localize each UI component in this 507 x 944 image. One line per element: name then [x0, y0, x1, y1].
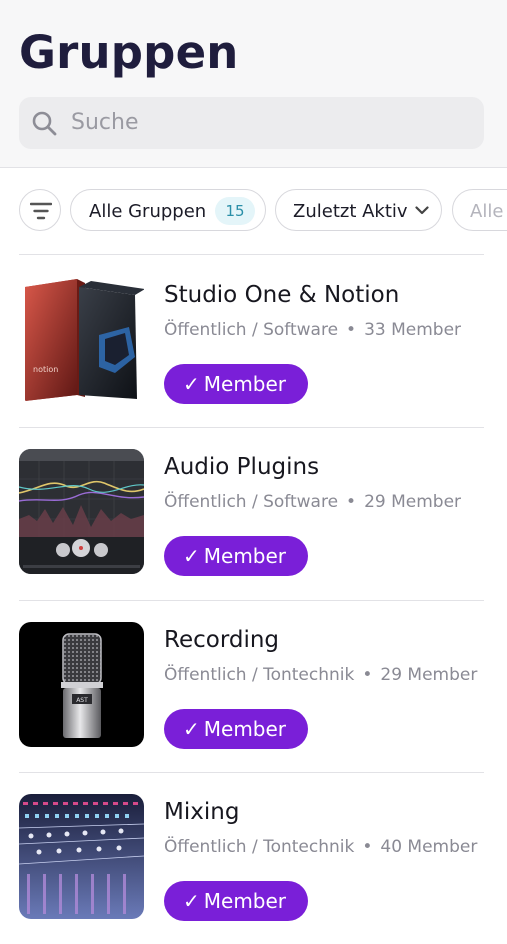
member-count: 29 Member — [364, 492, 462, 512]
page-title: Gruppen — [19, 26, 239, 79]
member-button-label: Member — [203, 544, 287, 568]
member-button[interactable]: ✓ Member — [164, 536, 308, 576]
separator-dot: • — [346, 320, 357, 340]
member-count: 40 Member — [380, 837, 478, 857]
chip-all-groups[interactable]: Alle Gruppen 15 — [70, 189, 266, 231]
group-name[interactable]: Recording — [164, 627, 279, 653]
search-placeholder: Suche — [71, 110, 139, 135]
group-meta: Öffentlich / Tontechnik • 40 Member — [164, 837, 477, 857]
separator-dot: • — [362, 837, 373, 857]
mixing-console-image — [19, 794, 144, 919]
search-icon — [32, 111, 57, 136]
member-button-label: Member — [203, 889, 287, 913]
check-icon: ✓ — [183, 544, 200, 568]
filter-icon — [30, 202, 52, 220]
search-input[interactable]: Suche — [19, 97, 484, 149]
chip-more[interactable]: Alle — [452, 189, 507, 231]
group-name[interactable]: Studio One & Notion — [164, 282, 399, 308]
member-button-label: Member — [203, 717, 287, 741]
microphone-image: AST — [19, 622, 144, 747]
group-category: Öffentlich / Software — [164, 492, 339, 512]
check-icon: ✓ — [183, 889, 200, 913]
filter-button[interactable] — [19, 189, 61, 231]
group-count-badge: 15 — [215, 197, 255, 225]
member-button[interactable]: ✓ Member — [164, 364, 308, 404]
software-box-image: notion — [19, 277, 144, 402]
check-icon: ✓ — [183, 372, 200, 396]
group-category: Öffentlich / Tontechnik — [164, 665, 355, 685]
sort-label: Zuletzt Aktiv — [293, 201, 408, 222]
list-item[interactable]: notion Studio One & Notion Öffentlich / … — [0, 255, 507, 427]
group-name[interactable]: Audio Plugins — [164, 454, 319, 480]
group-category: Öffentlich / Tontechnik — [164, 837, 355, 857]
header: Gruppen Suche — [0, 0, 507, 168]
filter-bar: Alle Gruppen 15 Zuletzt Aktiv Alle — [0, 189, 507, 233]
group-category: Öffentlich / Software — [164, 320, 339, 340]
list-item[interactable]: Mixing Öffentlich / Tontechnik • 40 Member… — [0, 772, 507, 944]
member-count: 33 Member — [364, 320, 462, 340]
member-button-label: Member — [203, 372, 287, 396]
member-count: 29 Member — [380, 665, 478, 685]
group-meta: Öffentlich / Software • 33 Member — [164, 320, 461, 340]
chip-all-groups-label: Alle Gruppen — [89, 201, 207, 222]
svg-text:notion: notion — [33, 365, 58, 374]
separator-dot: • — [346, 492, 357, 512]
chip-more-label: Alle — [470, 201, 504, 222]
svg-text:AST: AST — [76, 697, 88, 704]
group-meta: Öffentlich / Software • 29 Member — [164, 492, 461, 512]
group-meta: Öffentlich / Tontechnik • 29 Member — [164, 665, 477, 685]
group-name[interactable]: Mixing — [164, 799, 239, 825]
list-item[interactable]: AST Recording Öffentlich / Tontechnik • 29… — [0, 600, 507, 772]
check-icon: ✓ — [183, 717, 200, 741]
member-button[interactable]: ✓ Member — [164, 881, 308, 921]
eq-plugin-image — [19, 449, 144, 574]
member-button[interactable]: ✓ Member — [164, 709, 308, 749]
separator-dot: • — [362, 665, 373, 685]
list-item[interactable]: Audio Plugins Öffentlich / Software • 29 M… — [0, 427, 507, 599]
sort-dropdown[interactable]: Zuletzt Aktiv — [275, 189, 442, 231]
chevron-down-icon — [415, 206, 429, 215]
